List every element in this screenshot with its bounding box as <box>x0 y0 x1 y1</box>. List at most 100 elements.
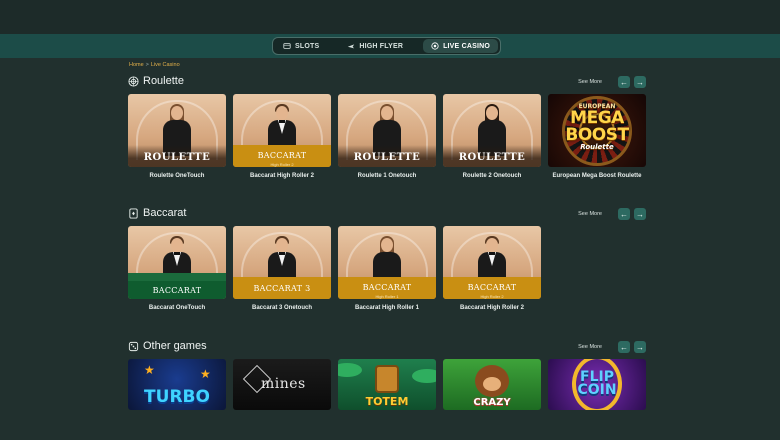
thumbnail-subtitle: High Roller 2 <box>480 294 504 299</box>
game-name: European Mega Boost Roulette <box>552 173 642 179</box>
prev-arrow-button[interactable]: ← <box>618 76 630 88</box>
arrow-right-icon: → <box>636 342 644 352</box>
breadcrumb-current: Live Casino <box>150 62 180 68</box>
totem-mask <box>375 365 399 393</box>
thumbnail-title: ROULETTE <box>143 152 211 163</box>
game-card[interactable]: EUROPEAN MEGA BOOST Roulette European Me… <box>548 94 646 179</box>
game-name: Baccarat High Roller 2 <box>249 173 315 179</box>
thumbnail-title-line: Roulette <box>580 143 614 151</box>
tab-slots-label: SLOTS <box>295 42 320 50</box>
star-icon: ★ <box>200 367 211 381</box>
thumbnail-title: ROULETTE <box>353 152 421 163</box>
chip-icon <box>431 42 439 50</box>
next-arrow-button[interactable]: → <box>634 76 646 88</box>
section-header: Roulette See More ← → <box>128 75 646 91</box>
thumbnail-title: BACCARAT <box>467 283 517 292</box>
game-thumbnail: BACCARAT <box>128 226 226 299</box>
arrow-right-icon: → <box>636 77 644 87</box>
game-thumbnail: BACCARAT High Roller 2 <box>233 94 331 167</box>
game-card[interactable]: BACCARAT High Roller 2 Baccarat High Roll… <box>443 226 541 311</box>
game-thumbnail: ROULETTE <box>128 94 226 167</box>
see-more-link[interactable]: See More <box>578 211 602 217</box>
game-thumbnail: TOTEM <box>338 359 436 410</box>
tab-slots[interactable]: SLOTS <box>275 39 327 53</box>
thumbnail-subtitle: High Roller 2 <box>270 162 294 167</box>
section-header: Other games See More ← → <box>128 340 646 356</box>
game-card[interactable]: ROULETTE Roulette 2 Onetouch <box>443 94 541 179</box>
arrow-left-icon: ← <box>620 342 628 352</box>
game-card[interactable]: BACCARAT High Roller 2 Baccarat High Roll… <box>233 94 331 179</box>
game-carousel: ROULETTE Roulette OneTouch BACCARAT High … <box>128 94 646 179</box>
thumbnail-title: BACCARAT 3 <box>253 283 311 293</box>
tab-high-flyer-label: HIGH FLYER <box>359 42 404 50</box>
game-card[interactable]: TOTEM <box>338 359 436 410</box>
thumbnail-title-line: COIN <box>577 381 617 398</box>
game-thumbnail: CRAZY <box>443 359 541 410</box>
game-card[interactable]: BACCARAT 3 Baccarat 3 Onetouch <box>233 226 331 311</box>
airplane-icon <box>348 44 355 49</box>
game-card[interactable]: ROULETTE Roulette 1 Onetouch <box>338 94 436 179</box>
game-thumbnail: ROULETTE <box>338 94 436 167</box>
dice-icon <box>128 341 139 351</box>
section-title: Other games <box>128 340 207 352</box>
thumbnail-title-line: BOOST <box>565 125 629 145</box>
game-name: Baccarat High Roller 2 <box>459 305 525 311</box>
game-name: Roulette 2 Onetouch <box>462 173 522 179</box>
thumbnail-title: ROULETTE <box>458 152 526 163</box>
game-thumbnail: mines <box>233 359 331 410</box>
game-card[interactable]: ★ ★ TURBO <box>128 359 226 410</box>
tab-high-flyer[interactable]: HIGH FLYER <box>339 39 411 53</box>
next-arrow-button[interactable]: → <box>634 208 646 220</box>
game-thumbnail: ROULETTE <box>443 94 541 167</box>
game-name: Roulette OneTouch <box>149 173 205 179</box>
section-roulette: Roulette See More ← → ROULETTE Roulette … <box>128 75 646 185</box>
breadcrumb-home[interactable]: Home <box>129 62 144 68</box>
category-nav: SLOTS HIGH FLYER LIVE CASINO <box>272 37 501 55</box>
game-card[interactable]: ROULETTE Roulette OneTouch <box>128 94 226 179</box>
section-other-games: Other games See More ← → ★ ★ TURBO mines <box>128 340 646 412</box>
top-header-band <box>0 0 780 34</box>
tab-live-casino[interactable]: LIVE CASINO <box>423 39 498 53</box>
roulette-wheel-icon <box>128 75 139 87</box>
game-name: Baccarat 3 Onetouch <box>251 305 313 311</box>
breadcrumb-separator: > <box>145 62 149 68</box>
game-card[interactable]: FLIP COIN <box>548 359 646 410</box>
game-thumbnail: BACCARAT High Roller 1 <box>338 226 436 299</box>
section-header: Baccarat See More ← → <box>128 207 646 223</box>
section-title-text: Roulette <box>143 75 184 87</box>
game-card[interactable]: CRAZY <box>443 359 541 410</box>
game-thumbnail: EUROPEAN MEGA BOOST Roulette <box>548 94 646 167</box>
thumbnail-title: CRAZY <box>473 397 511 408</box>
arrow-left-icon: ← <box>620 209 628 219</box>
next-arrow-button[interactable]: → <box>634 341 646 353</box>
section-title: Baccarat <box>128 207 186 219</box>
thumbnail-title: BACCARAT <box>362 283 412 292</box>
prev-arrow-button[interactable]: ← <box>618 208 630 220</box>
game-card[interactable]: mines <box>233 359 331 410</box>
game-name: Baccarat High Roller 1 <box>354 305 420 311</box>
section-title-text: Other games <box>143 340 207 352</box>
thumbnail-subtitle: High Roller 1 <box>375 294 399 299</box>
star-icon: ★ <box>144 363 155 377</box>
slot-machine-icon <box>283 43 291 49</box>
see-more-link[interactable]: See More <box>578 344 602 350</box>
game-name: Baccarat OneTouch <box>148 305 206 311</box>
game-card[interactable]: BACCARAT Baccarat OneTouch <box>128 226 226 311</box>
game-thumbnail: BACCARAT 3 <box>233 226 331 299</box>
game-thumbnail: BACCARAT High Roller 2 <box>443 226 541 299</box>
thumbnail-title: mines <box>261 376 306 392</box>
game-carousel: BACCARAT Baccarat OneTouch BACCARAT 3 Ba… <box>128 226 541 311</box>
game-name: Roulette 1 Onetouch <box>357 173 417 179</box>
breadcrumb: Home > Live Casino <box>129 62 180 68</box>
see-more-link[interactable]: See More <box>578 79 602 85</box>
game-thumbnail: FLIP COIN <box>548 359 646 410</box>
thumbnail-title: BACCARAT <box>152 285 202 295</box>
thumbnail-title: TURBO <box>144 387 210 407</box>
playing-card-icon <box>129 207 138 219</box>
thumbnail-title: TOTEM <box>365 395 409 408</box>
game-card[interactable]: BACCARAT High Roller 1 Baccarat High Roll… <box>338 226 436 311</box>
game-thumbnail: ★ ★ TURBO <box>128 359 226 410</box>
prev-arrow-button[interactable]: ← <box>618 341 630 353</box>
arrow-right-icon: → <box>636 209 644 219</box>
arrow-left-icon: ← <box>620 77 628 87</box>
